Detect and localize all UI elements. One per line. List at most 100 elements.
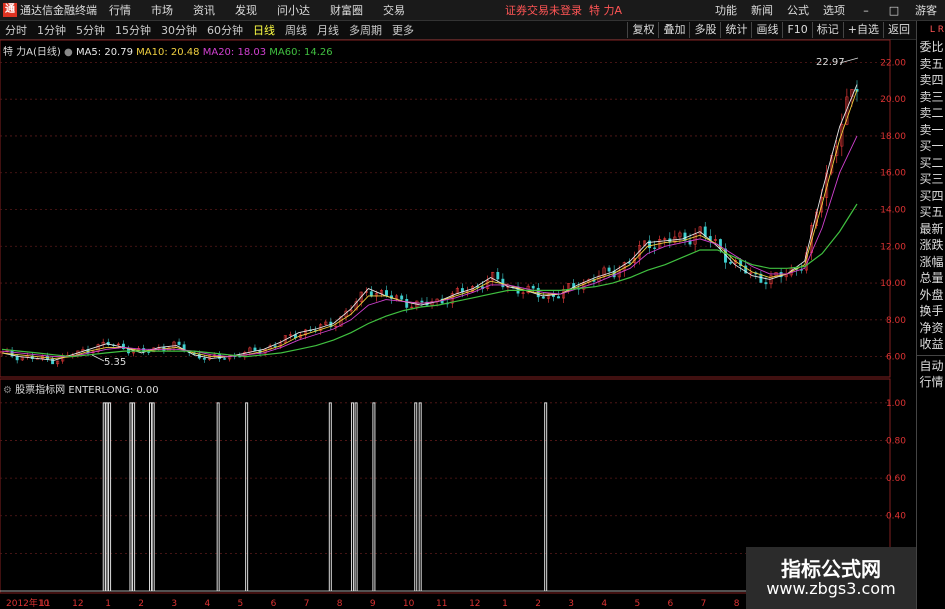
period-more[interactable]: 更多 [392, 22, 414, 38]
time-tick-label: 6 [271, 599, 277, 609]
indicator-gear-icon[interactable]: ⚙ [3, 385, 12, 396]
enterlong-signal [132, 402, 136, 591]
f10-button[interactable]: F10 [782, 22, 811, 38]
side-sell1[interactable]: 卖一 [917, 122, 945, 139]
period-60min[interactable]: 60分钟 [207, 22, 243, 38]
period-monthly[interactable]: 月线 [317, 22, 339, 38]
time-tick-label: 10 [403, 599, 415, 609]
indicator-tick-label: 0.80 [886, 436, 906, 446]
side-earnings[interactable]: 收益 [917, 336, 945, 353]
side-buy4[interactable]: 买四 [917, 188, 945, 205]
price-tick-label: 14.00 [880, 206, 906, 216]
back-button[interactable]: 返回 [883, 22, 914, 38]
stats-button[interactable]: 统计 [720, 22, 751, 38]
side-quote[interactable]: 行情 [917, 374, 945, 391]
candle-body [764, 282, 768, 285]
side-change-pct[interactable]: 涨幅 [917, 254, 945, 271]
time-tick-label: 12 [469, 599, 480, 609]
enterlong-signal [328, 402, 332, 591]
chart-area[interactable]: 22.0020.0018.0016.0014.0012.0010.008.006… [0, 39, 916, 609]
side-volume[interactable]: 总量 [917, 270, 945, 287]
overlay-button[interactable]: 叠加 [658, 22, 689, 38]
ma-line-ma10 [1, 89, 858, 359]
time-tick-label: 2 [138, 599, 144, 609]
side-buy5[interactable]: 买五 [917, 204, 945, 221]
menu-wealth[interactable]: 财富圈 [330, 2, 363, 18]
time-tick-label: 1 [502, 599, 508, 609]
side-buy2[interactable]: 买二 [917, 155, 945, 172]
period-weekly[interactable]: 周线 [285, 22, 307, 38]
period-toolbar: 分时 1分钟 5分钟 15分钟 30分钟 60分钟 日线 周线 月线 多周期 更… [0, 21, 916, 40]
candle-body [405, 299, 409, 308]
minimize-icon[interactable]: – [859, 4, 873, 17]
menu-bar: 通 通达信金融终端 行情 市场 资讯 发现 问小达 财富圈 交易 证券交易未登录… [0, 0, 945, 21]
time-tick-label: 4 [204, 599, 210, 609]
indicator-name[interactable]: 股票指标网 [15, 385, 65, 396]
side-sell2[interactable]: 卖二 [917, 105, 945, 122]
enterlong-signal [102, 402, 106, 591]
indicator-legend: ⚙ 股票指标网 ENTERLONG: 0.00 [3, 381, 159, 396]
candle-body [385, 290, 388, 296]
menu-newspage[interactable]: 新闻 [751, 2, 773, 18]
side-buy3[interactable]: 买三 [917, 171, 945, 188]
candle-body [420, 300, 424, 303]
menu-market[interactable]: 市场 [151, 2, 173, 18]
ma20-label: MA20: 18.03 [202, 47, 267, 58]
period-multi[interactable]: 多周期 [349, 22, 382, 38]
period-1min[interactable]: 1分钟 [37, 22, 66, 38]
menu-hq[interactable]: 行情 [109, 2, 131, 18]
period-30min[interactable]: 30分钟 [161, 22, 197, 38]
stock-name: 特 力A [3, 47, 34, 58]
maximize-icon[interactable]: □ [887, 4, 901, 17]
side-auto[interactable]: 自动 [917, 358, 945, 375]
period-daily[interactable]: 日线 [253, 22, 275, 38]
ma-line-ma5 [1, 84, 858, 361]
side-sell4[interactable]: 卖四 [917, 72, 945, 89]
time-tick-label: 4 [601, 599, 607, 609]
draw-button[interactable]: 画线 [751, 22, 782, 38]
side-net-assets[interactable]: 净资 [917, 320, 945, 337]
menu-function[interactable]: 功能 [715, 2, 737, 18]
time-tick-label: 1 [105, 599, 111, 609]
time-tick-label: 2 [535, 599, 541, 609]
side-panel-toggle[interactable]: L R [917, 21, 945, 39]
time-tick-label: 7 [304, 599, 310, 609]
candle-body [147, 351, 151, 353]
mark-button[interactable]: 标记 [811, 22, 843, 38]
fuquan-button[interactable]: 复权 [627, 22, 658, 38]
candle-body [121, 343, 125, 350]
side-buy1[interactable]: 买一 [917, 138, 945, 155]
candle-body [653, 247, 657, 249]
enterlong-signal [414, 402, 418, 591]
enterlong-signal [149, 402, 153, 591]
menu-news[interactable]: 资讯 [193, 2, 215, 18]
enterlong-signal [129, 402, 133, 591]
enterlong-signal [108, 402, 112, 591]
menu-discover[interactable]: 发现 [235, 2, 257, 18]
legend-gear-icon[interactable]: ● [64, 47, 73, 58]
side-latest[interactable]: 最新 [917, 221, 945, 238]
period-fenshi[interactable]: 分时 [5, 22, 27, 38]
user-label[interactable]: 游客 [915, 2, 937, 18]
login-status[interactable]: 证券交易未登录 特 力A [505, 2, 622, 18]
menu-trade[interactable]: 交易 [383, 2, 405, 18]
enterlong-signal [544, 402, 548, 591]
side-turnover[interactable]: 换手 [917, 303, 945, 320]
period-5min[interactable]: 5分钟 [76, 22, 105, 38]
enterlong-signal [151, 402, 155, 591]
price-tick-label: 10.00 [880, 279, 906, 289]
menu-options[interactable]: 选项 [823, 2, 845, 18]
price-tick-label: 6.00 [886, 353, 906, 363]
menu-formula[interactable]: 公式 [787, 2, 809, 18]
add-watchlist-button[interactable]: +自选 [842, 22, 883, 38]
multi-stock-button[interactable]: 多股 [689, 22, 720, 38]
period-15min[interactable]: 15分钟 [115, 22, 151, 38]
side-outer[interactable]: 外盘 [917, 287, 945, 304]
menu-ask[interactable]: 问小达 [277, 2, 310, 18]
candle-body [729, 262, 732, 264]
price-tick-label: 20.00 [880, 95, 906, 105]
side-sell3[interactable]: 卖三 [917, 89, 945, 106]
side-weibi[interactable]: 委比 [917, 39, 945, 56]
side-change[interactable]: 涨跌 [917, 237, 945, 254]
side-sell5[interactable]: 卖五 [917, 56, 945, 73]
